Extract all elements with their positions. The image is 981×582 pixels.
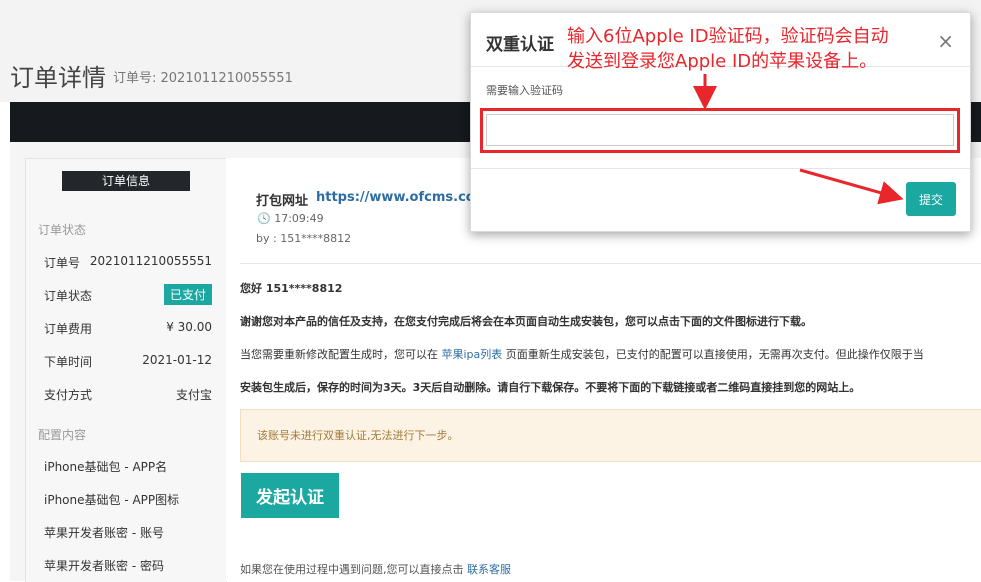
right-arrow-icon	[799, 168, 904, 205]
annotation-arrows	[693, 74, 904, 205]
